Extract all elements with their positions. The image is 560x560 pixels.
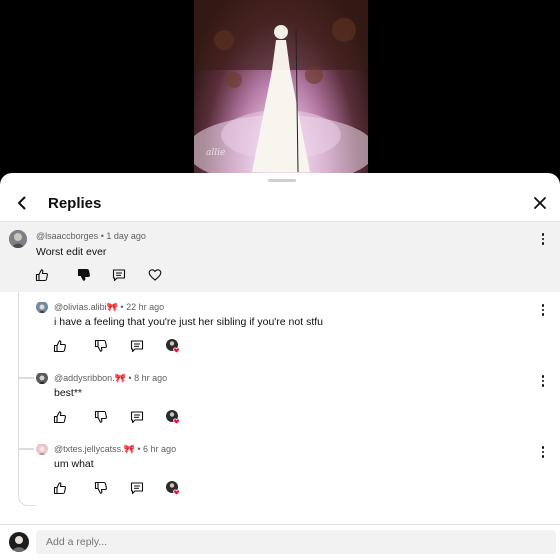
parent-comment: @lsaaccborges • 1 day ago Worst edit eve… [0,222,560,292]
arrow-left-icon [18,196,26,210]
comment-text: Worst edit ever [36,246,107,258]
comment-text: i have a feeling that you're just her si… [54,316,323,328]
thumbs-up-icon [53,340,66,353]
comment-icon [130,482,144,495]
like-button[interactable] [51,337,69,355]
avatar[interactable] [36,443,48,455]
current-user-avatar[interactable] [9,532,29,552]
thumbs-down-icon [94,481,107,494]
avatar[interactable] [36,301,48,313]
video-background: allie [0,0,560,175]
creator-heart-badge[interactable] [164,408,182,426]
avatar-image [9,532,29,552]
comment-time: 22 hr ago [126,302,165,312]
comment-author[interactable]: @addysribbon.🎀 [54,373,126,383]
thread-branch [18,377,34,379]
close-button[interactable] [528,191,552,215]
meta-separator: • [120,302,124,312]
avatar-image [9,230,27,248]
dislike-button[interactable] [75,266,93,284]
comment-meta: @txtes.jellycatss.🎀 • 6 hr ago [54,444,176,455]
reply-button[interactable] [128,408,146,426]
dislike-button[interactable] [92,408,110,426]
comment-time: 1 day ago [106,231,146,241]
comment-author[interactable]: @lsaaccborges [36,231,98,241]
reply-button[interactable] [128,479,146,497]
replies-header: Replies [0,185,560,221]
add-reply-input[interactable] [36,530,556,554]
thumbs-up-icon [35,269,48,282]
comment-meta: @olivias.alibi🎀 • 22 hr ago [54,302,164,313]
more-options-button[interactable] [536,303,550,317]
replies-panel: Replies @lsaaccborges • 1 day ago Worst … [0,173,560,560]
thread-line [18,292,36,506]
meta-separator: • [137,444,141,454]
dislike-button[interactable] [92,479,110,497]
heart-button[interactable] [146,266,164,284]
page-title: Replies [48,195,102,212]
more-options-button[interactable] [536,374,550,388]
comment-icon [130,340,144,353]
reply-composer [0,525,560,560]
thumbs-down-filled-icon [77,268,90,281]
comment-time: 6 hr ago [143,444,177,454]
more-options-button[interactable] [536,232,550,246]
comment-icon [130,411,144,424]
like-button[interactable] [51,408,69,426]
comment-icon [112,269,126,282]
dislike-button[interactable] [92,337,110,355]
back-button[interactable] [10,191,34,215]
comment-time: 8 hr ago [134,373,168,383]
creator-heart-icon [166,339,180,354]
thumbs-up-icon [53,482,66,495]
thread-branch [18,448,34,450]
like-button[interactable] [33,266,51,284]
drag-handle[interactable] [268,179,296,182]
reply-button[interactable] [128,337,146,355]
thumbs-down-icon [94,410,107,423]
thumbs-up-icon [53,411,66,424]
creator-heart-icon [166,410,180,425]
comment-author[interactable]: @txtes.jellycatss.🎀 [54,444,135,454]
more-options-button[interactable] [536,445,550,459]
creator-heart-badge[interactable] [164,479,182,497]
meta-separator: • [128,373,132,383]
avatar[interactable] [36,372,48,384]
heart-icon [148,269,162,281]
avatar-image [36,302,48,313]
like-button[interactable] [51,479,69,497]
reply-button[interactable] [110,266,128,284]
creator-heart-badge[interactable] [164,337,182,355]
creator-heart-icon [166,481,180,496]
comment-text: um what [54,458,94,470]
comment-text: best** [54,387,83,399]
video-watermark: allie [206,148,226,158]
meta-separator: • [100,231,104,241]
avatar-image [36,373,48,384]
close-icon [534,197,546,209]
thumbs-down-icon [94,339,107,352]
avatar-image [36,444,48,455]
comment-meta: @lsaaccborges • 1 day ago [36,231,146,241]
comment-meta: @addysribbon.🎀 • 8 hr ago [54,373,167,384]
comment-author[interactable]: @olivias.alibi🎀 [54,302,118,312]
avatar[interactable] [9,230,27,248]
video-player[interactable]: allie [194,0,368,175]
